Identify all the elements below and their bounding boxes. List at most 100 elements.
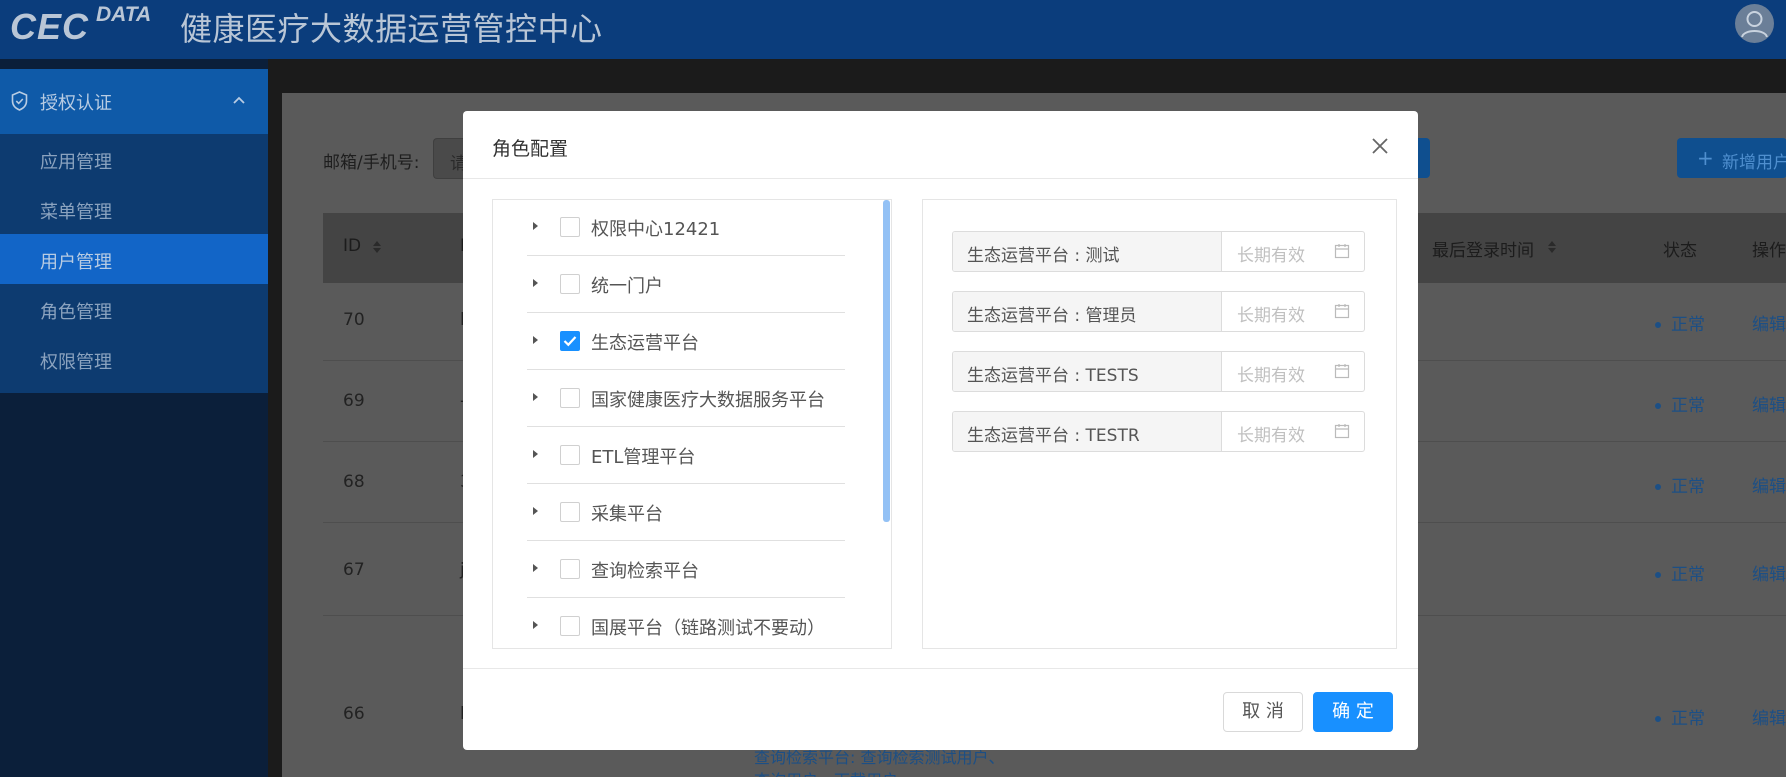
edit-link[interactable]: 编辑 [1752, 472, 1786, 497]
sidebar-item-label: 角色管理 [40, 302, 112, 323]
user-avatar-icon[interactable] [1735, 4, 1774, 43]
column-header-status: 状态 [1663, 241, 1697, 261]
tree-item-label: 查询检索平台 [591, 561, 699, 582]
sidebar-item-user-management[interactable]: 用户管理 [0, 234, 268, 284]
sort-icon[interactable] [1547, 239, 1557, 255]
caret-right-icon[interactable] [533, 222, 538, 230]
checkbox[interactable] [560, 388, 580, 408]
status-badge: 正常 [1655, 704, 1705, 729]
table-row-id: 66 [343, 704, 365, 724]
checkbox[interactable] [560, 274, 580, 294]
column-header-last-login[interactable]: 最后登录时间 [1432, 236, 1534, 261]
cancel-button[interactable]: 取 消 [1223, 692, 1303, 732]
column-header-ops: 操作 [1752, 241, 1786, 261]
role-name-field: 生态运营平台 : 管理员 [953, 292, 1222, 331]
plus-icon: + [1697, 146, 1714, 170]
tree-item[interactable]: 统一门户 [527, 256, 845, 313]
tree-item[interactable]: 采集平台 [527, 484, 845, 541]
tree-item[interactable]: 国家健康医疗大数据服务平台 [527, 370, 845, 427]
tree-item[interactable]: ETL管理平台 [527, 427, 845, 484]
sidebar-item-role-management[interactable]: 角色管理 [0, 284, 268, 334]
status-badge: 正常 [1655, 391, 1705, 416]
scrollbar-thumb[interactable] [883, 200, 890, 522]
checkbox[interactable] [560, 616, 580, 636]
role-row: 生态运营平台 : 测试 长期有效 [952, 231, 1365, 272]
expiry-date-input[interactable]: 长期有效 [1237, 361, 1305, 386]
sort-icon[interactable] [372, 239, 382, 255]
checkbox[interactable] [560, 217, 580, 237]
add-user-label: 新增用户 [1722, 153, 1786, 173]
sidebar-item-permission-management[interactable]: 权限管理 [0, 334, 268, 384]
app-tree-panel[interactable]: 权限中心12421 统一门户 生态运营平台 国家健康医疗大数据服务平台 ETL管… [492, 199, 892, 649]
sidebar-item-label: 应用管理 [40, 152, 112, 173]
filter-label: 邮箱/手机号: [323, 153, 420, 173]
status-badge: 正常 [1655, 560, 1705, 585]
table-row-id: 69 [343, 391, 365, 411]
checkbox[interactable] [560, 502, 580, 522]
sidebar-group-label: 授权认证 [40, 93, 112, 114]
sidebar-item-menu-management[interactable]: 菜单管理 [0, 184, 268, 234]
sidebar-group-auth: 授权认证 应用管理 菜单管理 用户管理 角色管理 权限管理 [0, 69, 268, 393]
role-config-dialog: 角色配置 权限中心12421 统一门户 生态运营平台 国家健康医疗大数据服务平台… [463, 111, 1418, 750]
caret-right-icon[interactable] [533, 621, 538, 629]
column-header-id[interactable]: ID [343, 236, 361, 256]
selected-roles-panel: 生态运营平台 : 测试 长期有效 生态运营平台 : 管理员 长期有效 生态运营平… [922, 199, 1397, 649]
calendar-icon[interactable] [1334, 363, 1350, 379]
logo-sup: DATA [96, 3, 152, 26]
app-title: 健康医疗大数据运营管控中心 [180, 10, 603, 48]
status-badge: 正常 [1655, 472, 1705, 497]
caret-right-icon[interactable] [533, 336, 538, 344]
expiry-date-input[interactable]: 长期有效 [1237, 301, 1305, 326]
shield-icon [11, 91, 28, 111]
tree-item-label: ETL管理平台 [591, 447, 696, 468]
edit-link[interactable]: 编辑 [1752, 704, 1786, 729]
role-name-field: 生态运营平台 : TESTS [953, 352, 1222, 391]
divider [463, 668, 1418, 669]
close-icon[interactable] [1371, 137, 1389, 155]
tree-item[interactable]: 生态运营平台 [527, 313, 845, 370]
check-icon [563, 336, 577, 347]
sidebar-group-header[interactable]: 授权认证 [0, 69, 268, 134]
tree-item-label: 生态运营平台 [591, 333, 699, 354]
caret-right-icon[interactable] [533, 393, 538, 401]
sidebar-item-label: 菜单管理 [40, 202, 112, 223]
role-row: 生态运营平台 : TESTS 长期有效 [952, 351, 1365, 392]
confirm-button[interactable]: 确 定 [1313, 692, 1393, 732]
checkbox-checked[interactable] [560, 331, 580, 351]
tree-item[interactable]: 权限中心12421 [527, 200, 845, 256]
caret-right-icon[interactable] [533, 450, 538, 458]
caret-right-icon[interactable] [533, 279, 538, 287]
top-bar: CEC DATA 健康医疗大数据运营管控中心 [0, 0, 1786, 59]
role-row: 生态运营平台 : 管理员 长期有效 [952, 291, 1365, 332]
table-row-id: 67 [343, 560, 365, 580]
tree-item-label: 权限中心12421 [591, 219, 721, 240]
expiry-date-input[interactable]: 长期有效 [1237, 421, 1305, 446]
add-user-button[interactable]: + 新增用户 [1677, 138, 1786, 178]
tree-item-label: 国家健康医疗大数据服务平台 [591, 390, 825, 411]
sidebar: 授权认证 应用管理 菜单管理 用户管理 角色管理 权限管理 [0, 59, 268, 777]
expiry-date-input[interactable]: 长期有效 [1237, 241, 1305, 266]
tree-item-label: 国展平台（链路测试不要动） [591, 618, 825, 639]
role-name: 生态运营平台 : TESTS [967, 366, 1139, 386]
edit-link[interactable]: 编辑 [1752, 560, 1786, 585]
calendar-icon[interactable] [1334, 243, 1350, 259]
role-row: 生态运营平台 : TESTR 长期有效 [952, 411, 1365, 452]
edit-link[interactable]: 编辑 [1752, 391, 1786, 416]
caret-right-icon[interactable] [533, 564, 538, 572]
checkbox[interactable] [560, 445, 580, 465]
edit-link[interactable]: 编辑 [1752, 310, 1786, 335]
checkbox[interactable] [560, 559, 580, 579]
sidebar-item-app-management[interactable]: 应用管理 [0, 134, 268, 184]
table-row-id: 70 [343, 310, 365, 330]
tree-item[interactable]: 查询检索平台 [527, 541, 845, 598]
logo-main: CEC [10, 6, 90, 47]
table-row-id: 68 [343, 472, 365, 492]
calendar-icon[interactable] [1334, 303, 1350, 319]
chevron-up-icon [233, 96, 245, 104]
role-name-field: 生态运营平台 : 测试 [953, 232, 1222, 271]
calendar-icon[interactable] [1334, 423, 1350, 439]
tree-item[interactable]: 国展平台（链路测试不要动） [527, 598, 845, 648]
divider [463, 178, 1418, 179]
role-name-field: 生态运营平台 : TESTR [953, 412, 1222, 451]
caret-right-icon[interactable] [533, 507, 538, 515]
